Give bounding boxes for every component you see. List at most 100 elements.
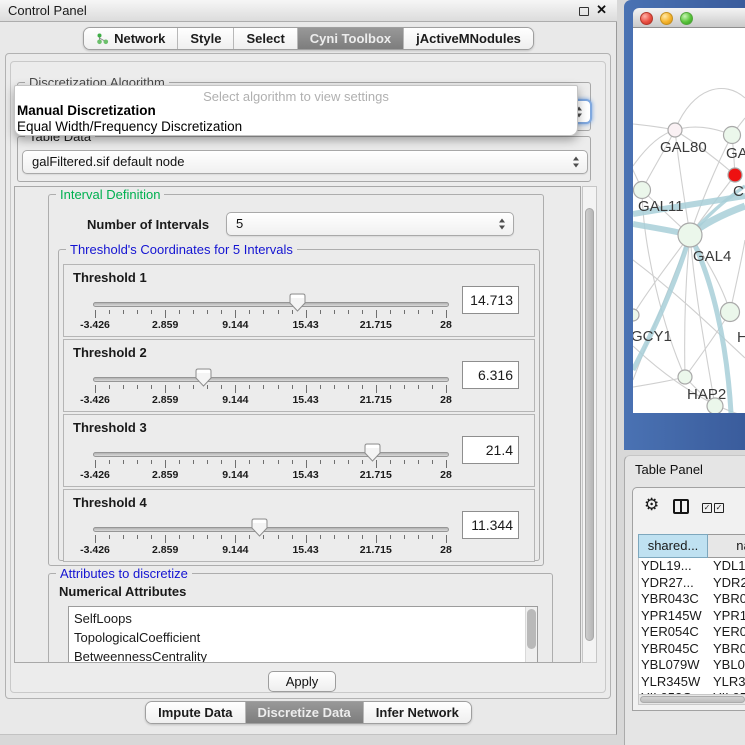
threshold-row: Threshold 2 -3.4262.8599.14415.4321.7152… bbox=[63, 339, 535, 412]
column-header-name[interactable]: name bbox=[708, 534, 745, 558]
network-node[interactable] bbox=[707, 398, 723, 413]
algorithm-popup-items: Manual DiscretizationEqual Width/Frequen… bbox=[15, 103, 577, 134]
network-node-h[interactable] bbox=[721, 303, 740, 322]
table-row[interactable]: YBL079WYBL079W bbox=[639, 657, 745, 674]
tab-select[interactable]: Select bbox=[233, 28, 296, 49]
slider-thumb[interactable] bbox=[364, 443, 381, 462]
apply-button[interactable]: Apply bbox=[268, 671, 336, 692]
threshold-slider[interactable] bbox=[93, 452, 449, 457]
slider-tick bbox=[446, 310, 447, 318]
tab-impute-data[interactable]: Impute Data bbox=[146, 702, 244, 723]
attribute-item-topologicalcoefficient[interactable]: TopologicalCoefficient bbox=[69, 628, 537, 647]
slider-thumb[interactable] bbox=[195, 368, 212, 387]
table-row[interactable]: YBR045CYBR045C bbox=[639, 641, 745, 658]
slider-tick bbox=[334, 460, 335, 464]
mac-zoom-icon[interactable] bbox=[680, 12, 693, 25]
slider-tick bbox=[249, 310, 250, 314]
scrollbar-thumb[interactable] bbox=[527, 609, 536, 649]
cell-shared-name[interactable]: YBL079W bbox=[639, 657, 709, 674]
mac-close-icon[interactable] bbox=[640, 12, 653, 25]
mac-minimize-icon[interactable] bbox=[660, 12, 673, 25]
threshold-value-field[interactable]: 21.4 bbox=[462, 436, 519, 464]
settings-vertical-scrollbar[interactable] bbox=[582, 186, 597, 663]
threshold-slider[interactable] bbox=[93, 527, 449, 532]
cell-shared-name[interactable]: YPR145W bbox=[639, 608, 709, 625]
number-of-intervals-select[interactable]: 5 bbox=[226, 212, 514, 236]
network-edge[interactable] bbox=[633, 235, 690, 315]
network-node-ga[interactable] bbox=[724, 127, 741, 144]
slider-tick bbox=[193, 535, 194, 539]
threshold-slider[interactable] bbox=[93, 377, 449, 382]
attribute-item-selfloops[interactable]: SelfLoops bbox=[69, 609, 537, 628]
slider-tick-label: 2.859 bbox=[152, 469, 178, 481]
slider-tick bbox=[362, 460, 363, 464]
network-node-gal80[interactable] bbox=[668, 123, 682, 137]
popup-item-manual-discretization[interactable]: Manual Discretization bbox=[15, 103, 577, 119]
network-node-gcy1[interactable] bbox=[633, 309, 639, 321]
cell-name[interactable]: YDL19... bbox=[709, 558, 745, 575]
attribute-item-betweennesscentrality[interactable]: BetweennessCentrality bbox=[69, 647, 537, 663]
slider-tick bbox=[249, 385, 250, 389]
settings-gear-icon[interactable]: ⚙ bbox=[644, 496, 659, 513]
cell-name[interactable]: YBR045C bbox=[709, 641, 745, 658]
threshold-slider[interactable] bbox=[93, 302, 449, 307]
threshold-value-field[interactable]: 14.713 bbox=[462, 286, 519, 314]
cell-shared-name[interactable]: YLR345W bbox=[639, 674, 709, 691]
cell-shared-name[interactable]: YBR043C bbox=[639, 591, 709, 608]
tab-label: Infer Network bbox=[376, 705, 459, 720]
tab-infer-network[interactable]: Infer Network bbox=[363, 702, 471, 723]
slider-tick bbox=[278, 310, 279, 314]
network-edge[interactable] bbox=[730, 240, 745, 312]
cell-name[interactable]: YPR145W bbox=[709, 608, 745, 625]
slider-tick bbox=[418, 460, 419, 464]
table-row[interactable]: YDR27...YDR27... bbox=[639, 575, 745, 592]
slider-tick bbox=[95, 460, 96, 468]
tab-discretize-data[interactable]: Discretize Data bbox=[245, 702, 363, 723]
attributes-list-scrollbar[interactable] bbox=[525, 607, 537, 663]
cell-name[interactable]: YLR345W bbox=[709, 674, 745, 691]
scrollbar-thumb[interactable] bbox=[640, 696, 745, 703]
split-columns-icon[interactable] bbox=[673, 499, 689, 514]
network-edge[interactable] bbox=[642, 190, 685, 377]
numerical-attributes-list[interactable]: SelfLoopsTopologicalCoefficientBetweenne… bbox=[68, 606, 538, 663]
cell-name[interactable]: YBL079W bbox=[709, 657, 745, 674]
cell-name[interactable]: YBR043C bbox=[709, 591, 745, 608]
network-node-c[interactable] bbox=[728, 168, 742, 182]
slider-tick bbox=[334, 385, 335, 389]
checkbox-icon[interactable]: ✓ bbox=[714, 503, 724, 513]
close-icon[interactable]: ✕ bbox=[596, 2, 607, 18]
slider-thumb[interactable] bbox=[251, 518, 268, 537]
cell-shared-name[interactable]: YDL19... bbox=[639, 558, 709, 575]
table-data-select[interactable]: galFiltered.sif default node bbox=[22, 150, 588, 174]
tab-cyni-toolbox[interactable]: Cyni Toolbox bbox=[297, 28, 403, 49]
network-node-hap2[interactable] bbox=[678, 370, 692, 384]
float-window-icon[interactable] bbox=[579, 7, 589, 16]
table-row[interactable]: YPR145WYPR145W bbox=[639, 608, 745, 625]
tab-jactivemnodules[interactable]: jActiveMNodules bbox=[403, 28, 533, 49]
cell-name[interactable]: YER054C bbox=[709, 624, 745, 641]
table-row[interactable]: YLR345WYLR345W bbox=[639, 674, 745, 691]
slider-tick bbox=[207, 310, 208, 314]
network-edge[interactable] bbox=[675, 89, 745, 130]
network-node-gal11[interactable] bbox=[634, 182, 651, 199]
threshold-value-field[interactable]: 6.316 bbox=[462, 361, 519, 389]
cell-shared-name[interactable]: YBR045C bbox=[639, 641, 709, 658]
cell-name[interactable]: YDR27... bbox=[709, 575, 745, 592]
table-row[interactable]: YDL19...YDL19... bbox=[639, 558, 745, 575]
network-canvas[interactable]: GAL80GACGAL11GAL4GCY1HHAP2 bbox=[633, 28, 745, 413]
table-horizontal-scrollbar[interactable] bbox=[638, 694, 745, 705]
cell-shared-name[interactable]: YER054C bbox=[639, 624, 709, 641]
checkbox-icon[interactable]: ✓ bbox=[702, 503, 712, 513]
tab-network[interactable]: Network bbox=[84, 28, 177, 49]
table-row[interactable]: YBR043CYBR043C bbox=[639, 591, 745, 608]
column-header-shared-name[interactable]: shared... bbox=[638, 534, 708, 558]
threshold-value-field[interactable]: 11.344 bbox=[462, 511, 519, 539]
popup-item-equal-width-frequency-discretization[interactable]: Equal Width/Frequency Discretization bbox=[15, 119, 577, 135]
combo-stepper-icon bbox=[499, 219, 506, 230]
table-row[interactable]: YER054CYER054C bbox=[639, 624, 745, 641]
tab-style[interactable]: Style bbox=[177, 28, 233, 49]
scrollbar-thumb[interactable] bbox=[585, 208, 594, 641]
network-node-gal4[interactable] bbox=[678, 223, 702, 247]
slider-tick bbox=[95, 385, 96, 393]
cell-shared-name[interactable]: YDR27... bbox=[639, 575, 709, 592]
